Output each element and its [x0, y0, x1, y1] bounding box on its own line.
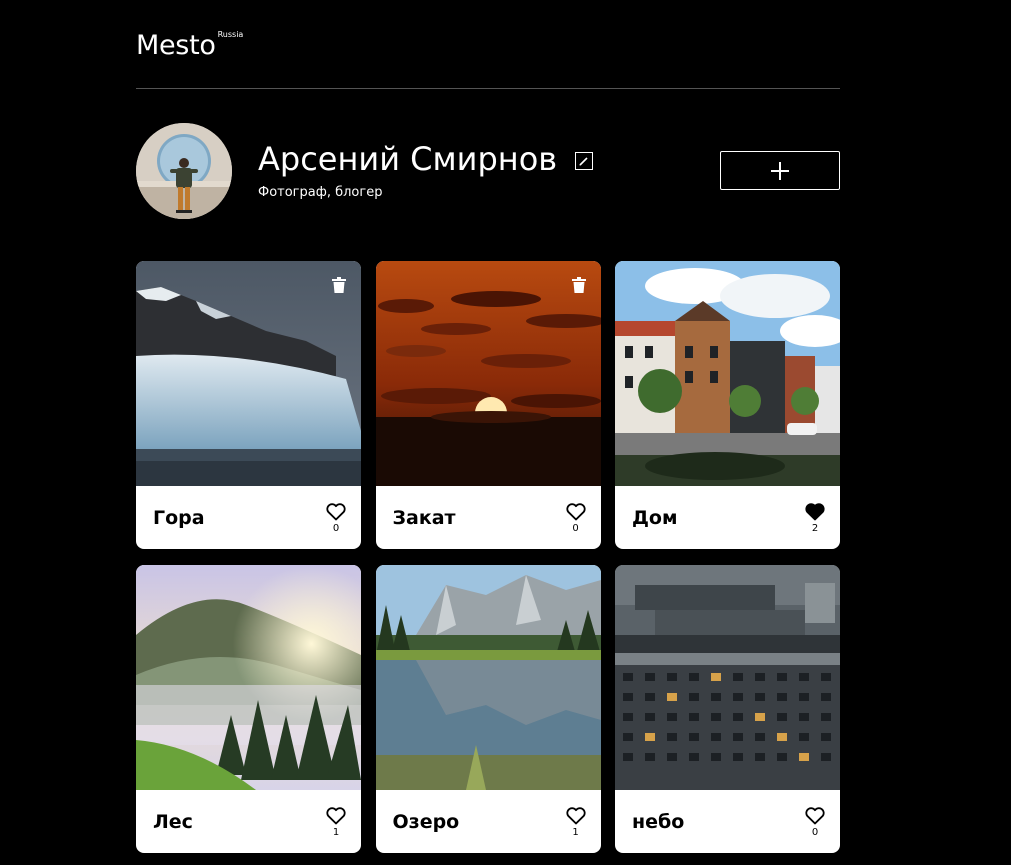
card-title: Гора [153, 507, 205, 529]
profile-name: Арсений Смирнов [258, 140, 558, 178]
forest-photo [136, 565, 361, 790]
card: Гора 0 [136, 261, 361, 549]
edit-profile-button[interactable] [575, 152, 593, 170]
heart-filled-icon [805, 503, 825, 521]
like-button[interactable] [805, 503, 825, 521]
like-container: 0 [798, 807, 832, 841]
sky-photo [615, 565, 840, 790]
like-button[interactable] [326, 503, 346, 521]
like-count: 0 [811, 827, 819, 838]
like-container: 1 [559, 807, 593, 841]
like-button[interactable] [805, 807, 825, 825]
card-title: небо [632, 811, 685, 833]
like-count: 1 [332, 827, 340, 838]
profile-about: Фотограф, блогер [258, 185, 383, 200]
heart-outline-icon [565, 807, 586, 825]
add-card-button[interactable] [720, 151, 840, 190]
like-button[interactable] [565, 503, 586, 521]
like-container: 0 [319, 503, 353, 537]
lake-photo [375, 565, 601, 790]
logo-superscript: Russia [217, 30, 244, 39]
sunset-photo [375, 261, 601, 486]
delete-card-button[interactable] [571, 277, 586, 293]
trash-icon [571, 277, 586, 293]
card-image[interactable] [615, 261, 840, 486]
like-button[interactable] [565, 807, 586, 825]
like-count: 0 [572, 523, 579, 534]
logo-text: Mesto [136, 30, 216, 61]
card-image[interactable] [375, 565, 601, 790]
card: Дом 2 [615, 261, 840, 549]
trash-icon [332, 277, 346, 293]
avatar-image [136, 123, 232, 219]
heart-outline-icon [326, 503, 346, 521]
card-title: Дом [632, 507, 678, 529]
avatar[interactable] [136, 123, 232, 219]
card-title: Озеро [392, 811, 460, 833]
heart-outline-icon [565, 503, 586, 521]
like-container: 2 [798, 503, 832, 537]
like-count: 2 [811, 523, 819, 534]
like-container: 1 [319, 807, 353, 841]
card: Лес 1 [136, 565, 361, 853]
card-image[interactable] [375, 261, 601, 486]
heart-outline-icon [805, 807, 825, 825]
header: Mesto Russia [136, 0, 840, 89]
delete-card-button[interactable] [332, 277, 346, 293]
card-image[interactable] [136, 565, 361, 790]
card: Озеро 1 [375, 565, 601, 853]
logo: Mesto Russia [136, 30, 243, 62]
like-container: 0 [559, 503, 593, 537]
card-image[interactable] [615, 565, 840, 790]
card: Закат 0 [375, 261, 601, 549]
like-count: 1 [572, 827, 579, 838]
heart-outline-icon [326, 807, 346, 825]
card-title: Лес [153, 811, 193, 833]
profile: Арсений Смирнов Фотограф, блогер [136, 123, 840, 219]
page: Mesto Russia Арсений Смирнов Фотограф, б… [136, 0, 840, 853]
plus-icon [771, 162, 789, 180]
cards-grid: Гора 0 Закат 0 Дом 2 Лес 1 Озеро 1 небо … [136, 261, 840, 853]
like-count: 0 [332, 523, 340, 534]
like-button[interactable] [326, 807, 346, 825]
pencil-icon [579, 157, 588, 166]
house-photo [615, 261, 840, 486]
card-title: Закат [392, 507, 456, 529]
card-image[interactable] [136, 261, 361, 486]
card: небо 0 [615, 565, 840, 853]
mountain-photo [136, 261, 361, 486]
